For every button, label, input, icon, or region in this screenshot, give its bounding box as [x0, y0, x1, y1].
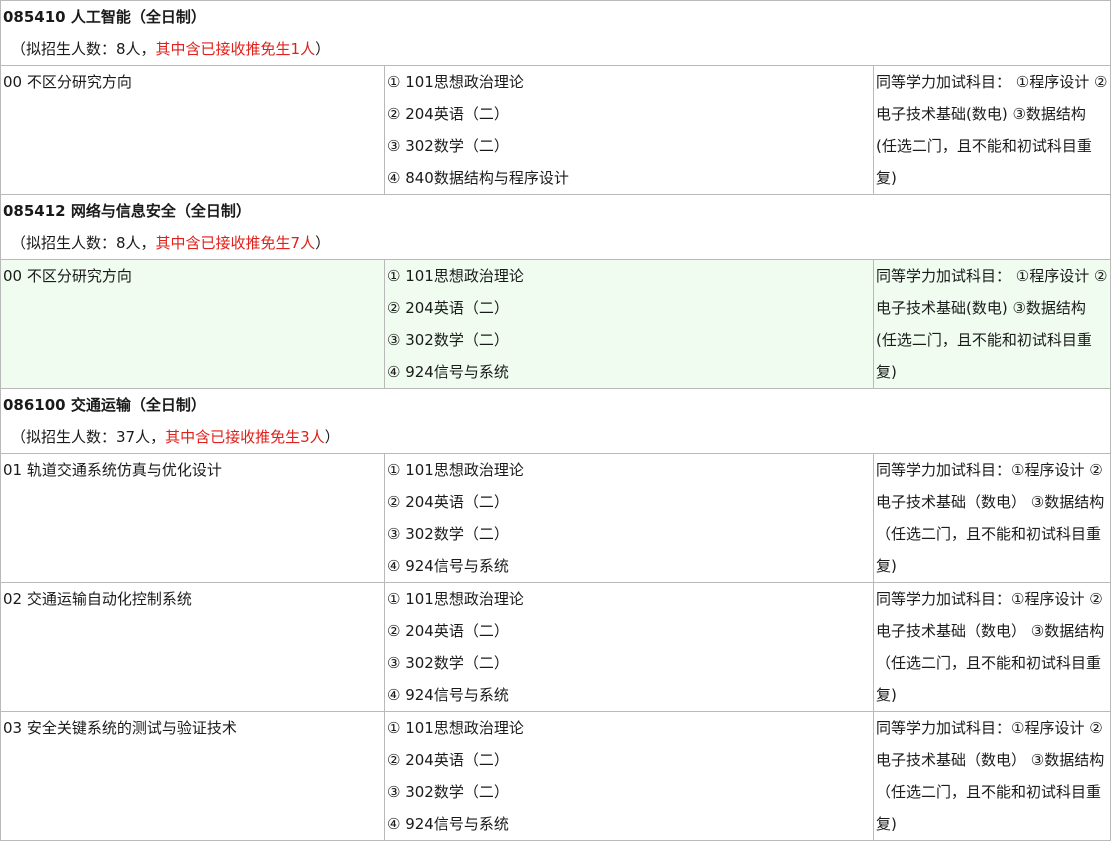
major-header-row: 085410 人工智能（全日制） （拟招生人数：8人，其中含已接收推免生1人） [0, 0, 1111, 66]
direction-cell: 00 不区分研究方向 [0, 65, 385, 195]
direction-row-highlighted: 00 不区分研究方向 ① 101思想政治理论 ② 204英语（二） ③ 302数… [0, 259, 1111, 389]
extra-exam-subjects: 同等学力加试科目：①程序设计 ②电子技术基础（数电） ③数据结构 （任选二门，且… [876, 461, 1105, 575]
exam-subject: ④ 924信号与系统 [387, 815, 509, 833]
enrollment-count: （拟招生人数：8人， [11, 40, 156, 58]
exam-subject: ① 101思想政治理论 [387, 461, 524, 479]
extra-exam-cell: 同等学力加试科目：①程序设计 ②电子技术基础（数电） ③数据结构 （任选二门，且… [873, 453, 1111, 583]
exam-subject: ④ 840数据结构与程序设计 [387, 169, 569, 187]
exam-subject: ① 101思想政治理论 [387, 73, 524, 91]
direction-cell: 01 轨道交通系统仿真与优化设计 [0, 453, 385, 583]
direction-row: 00 不区分研究方向 ① 101思想政治理论 ② 204英语（二） ③ 302数… [0, 65, 1111, 195]
subjects-cell: ① 101思想政治理论 ② 204英语（二） ③ 302数学（二） ④ 924信… [384, 711, 874, 841]
exam-subject: ② 204英语（二） [387, 622, 509, 640]
direction-name: 02 交通运输自动化控制系统 [3, 590, 192, 608]
major-title: 085410 人工智能（全日制） [3, 8, 206, 26]
exempt-student-note: 其中含已接收推免生1人 [155, 40, 316, 58]
exempt-student-note: 其中含已接收推免生3人 [165, 428, 325, 446]
exam-subject: ② 204英语（二） [387, 105, 509, 123]
subjects-cell: ① 101思想政治理论 ② 204英语（二） ③ 302数学（二） ④ 924信… [384, 259, 874, 389]
enrollment-plan-table: 085410 人工智能（全日制） （拟招生人数：8人，其中含已接收推免生1人） … [0, 0, 1111, 841]
extra-exam-cell: 同等学力加试科目： ①程序设计 ②电子技术基础(数电) ③数据结构 (任选二门，… [873, 259, 1111, 389]
exam-subject: ① 101思想政治理论 [387, 719, 524, 737]
exam-subject: ③ 302数学（二） [387, 331, 509, 349]
extra-exam-cell: 同等学力加试科目：①程序设计 ②电子技术基础（数电） ③数据结构 （任选二门，且… [873, 582, 1111, 712]
enrollment-suffix: ） [315, 234, 331, 252]
exam-subject: ④ 924信号与系统 [387, 363, 509, 381]
exam-subject: ③ 302数学（二） [387, 137, 509, 155]
exam-subject: ② 204英语（二） [387, 493, 509, 511]
major-title: 086100 交通运输（全日制） [3, 396, 206, 414]
exam-subject: ③ 302数学（二） [387, 525, 509, 543]
major-header-cell: 085410 人工智能（全日制） （拟招生人数：8人，其中含已接收推免生1人） [0, 0, 1111, 66]
direction-name: 00 不区分研究方向 [3, 73, 132, 91]
enrollment-info: （拟招生人数：37人，其中含已接收推免生3人） [3, 421, 1108, 453]
direction-row: 02 交通运输自动化控制系统 ① 101思想政治理论 ② 204英语（二） ③ … [0, 582, 1111, 712]
direction-name: 01 轨道交通系统仿真与优化设计 [3, 461, 222, 479]
exam-subject: ③ 302数学（二） [387, 783, 509, 801]
direction-cell: 03 安全关键系统的测试与验证技术 [0, 711, 385, 841]
exam-subject: ④ 924信号与系统 [387, 686, 509, 704]
extra-exam-cell: 同等学力加试科目： ①程序设计 ②电子技术基础(数电) ③数据结构 (任选二门，… [873, 65, 1111, 195]
subjects-cell: ① 101思想政治理论 ② 204英语（二） ③ 302数学（二） ④ 924信… [384, 453, 874, 583]
direction-row: 03 安全关键系统的测试与验证技术 ① 101思想政治理论 ② 204英语（二）… [0, 711, 1111, 841]
major-header-row: 086100 交通运输（全日制） （拟招生人数：37人，其中含已接收推免生3人） [0, 388, 1111, 454]
exam-subject: ① 101思想政治理论 [387, 590, 524, 608]
direction-cell: 02 交通运输自动化控制系统 [0, 582, 385, 712]
extra-exam-cell: 同等学力加试科目：①程序设计 ②电子技术基础（数电） ③数据结构 （任选二门，且… [873, 711, 1111, 841]
enrollment-suffix: ） [315, 40, 331, 58]
subjects-cell: ① 101思想政治理论 ② 204英语（二） ③ 302数学（二） ④ 840数… [384, 65, 874, 195]
enrollment-info: （拟招生人数：8人，其中含已接收推免生7人） [3, 227, 1108, 259]
major-header-cell: 085412 网络与信息安全（全日制） （拟招生人数：8人，其中含已接收推免生7… [0, 194, 1111, 260]
enrollment-info: （拟招生人数：8人，其中含已接收推免生1人） [3, 33, 1108, 65]
enrollment-count: （拟招生人数：37人， [11, 428, 166, 446]
extra-exam-subjects: 同等学力加试科目：①程序设计 ②电子技术基础（数电） ③数据结构 （任选二门，且… [876, 719, 1105, 833]
enrollment-suffix: ） [324, 428, 340, 446]
exam-subject: ④ 924信号与系统 [387, 557, 509, 575]
direction-name: 03 安全关键系统的测试与验证技术 [3, 719, 237, 737]
major-header-cell: 086100 交通运输（全日制） （拟招生人数：37人，其中含已接收推免生3人） [0, 388, 1111, 454]
major-header-row: 085412 网络与信息安全（全日制） （拟招生人数：8人，其中含已接收推免生7… [0, 194, 1111, 260]
extra-exam-subjects: 同等学力加试科目： ①程序设计 ②电子技术基础(数电) ③数据结构 (任选二门，… [876, 73, 1108, 187]
exam-subject: ② 204英语（二） [387, 299, 509, 317]
exam-subject: ② 204英语（二） [387, 751, 509, 769]
subjects-cell: ① 101思想政治理论 ② 204英语（二） ③ 302数学（二） ④ 924信… [384, 582, 874, 712]
extra-exam-subjects: 同等学力加试科目： ①程序设计 ②电子技术基础(数电) ③数据结构 (任选二门，… [876, 267, 1108, 381]
direction-cell: 00 不区分研究方向 [0, 259, 385, 389]
major-title: 085412 网络与信息安全（全日制） [3, 202, 251, 220]
direction-row: 01 轨道交通系统仿真与优化设计 ① 101思想政治理论 ② 204英语（二） … [0, 453, 1111, 583]
enrollment-count: （拟招生人数：8人， [11, 234, 156, 252]
exam-subject: ① 101思想政治理论 [387, 267, 524, 285]
exempt-student-note: 其中含已接收推免生7人 [155, 234, 316, 252]
direction-name: 00 不区分研究方向 [3, 267, 132, 285]
exam-subject: ③ 302数学（二） [387, 654, 509, 672]
extra-exam-subjects: 同等学力加试科目：①程序设计 ②电子技术基础（数电） ③数据结构 （任选二门，且… [876, 590, 1105, 704]
